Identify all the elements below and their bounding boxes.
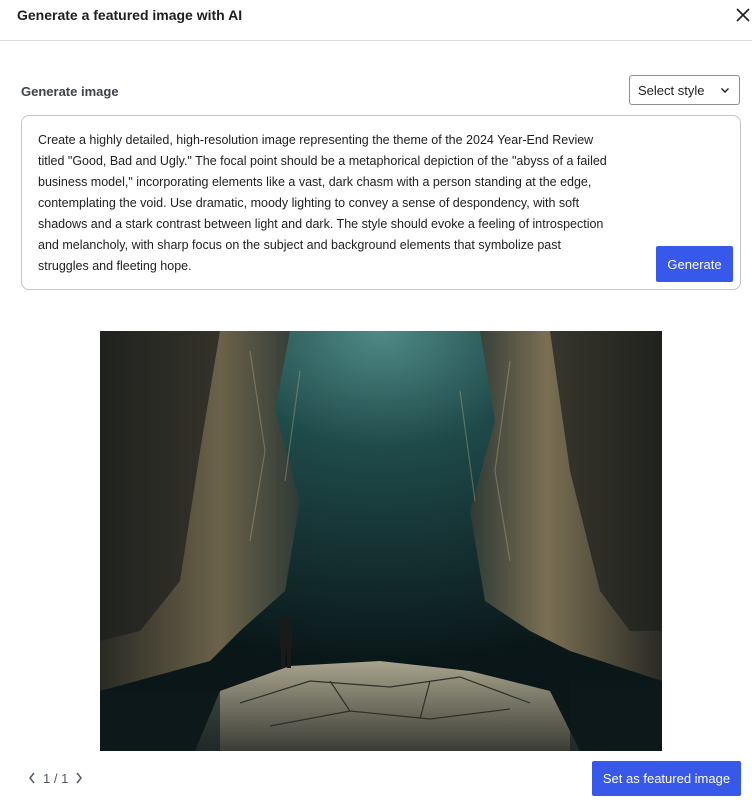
set-featured-image-button[interactable]: Set as featured image (592, 761, 741, 796)
chevron-right-icon (76, 772, 83, 784)
modal-header: Generate a featured image with AI (0, 0, 752, 41)
style-select-value: Select style (638, 82, 705, 98)
chevron-down-icon (721, 88, 729, 93)
generate-image-label: Generate image (21, 84, 119, 99)
chevron-left-icon (29, 772, 35, 784)
style-select[interactable]: Select style (629, 75, 740, 105)
close-icon (736, 8, 750, 22)
next-page-button[interactable] (74, 771, 84, 785)
prompt-textarea[interactable]: Create a highly detailed, high-resolutio… (21, 115, 741, 290)
prev-page-button[interactable] (27, 771, 37, 785)
modal-title: Generate a featured image with AI (17, 7, 243, 23)
pagination: 1 / 1 (27, 768, 84, 788)
generated-image (100, 331, 662, 751)
close-button[interactable] (734, 4, 752, 26)
generate-button[interactable]: Generate (656, 246, 733, 282)
generated-image-canvas (100, 331, 662, 751)
page-indicator: 1 / 1 (43, 770, 69, 786)
prompt-text[interactable]: Create a highly detailed, high-resolutio… (38, 130, 608, 277)
